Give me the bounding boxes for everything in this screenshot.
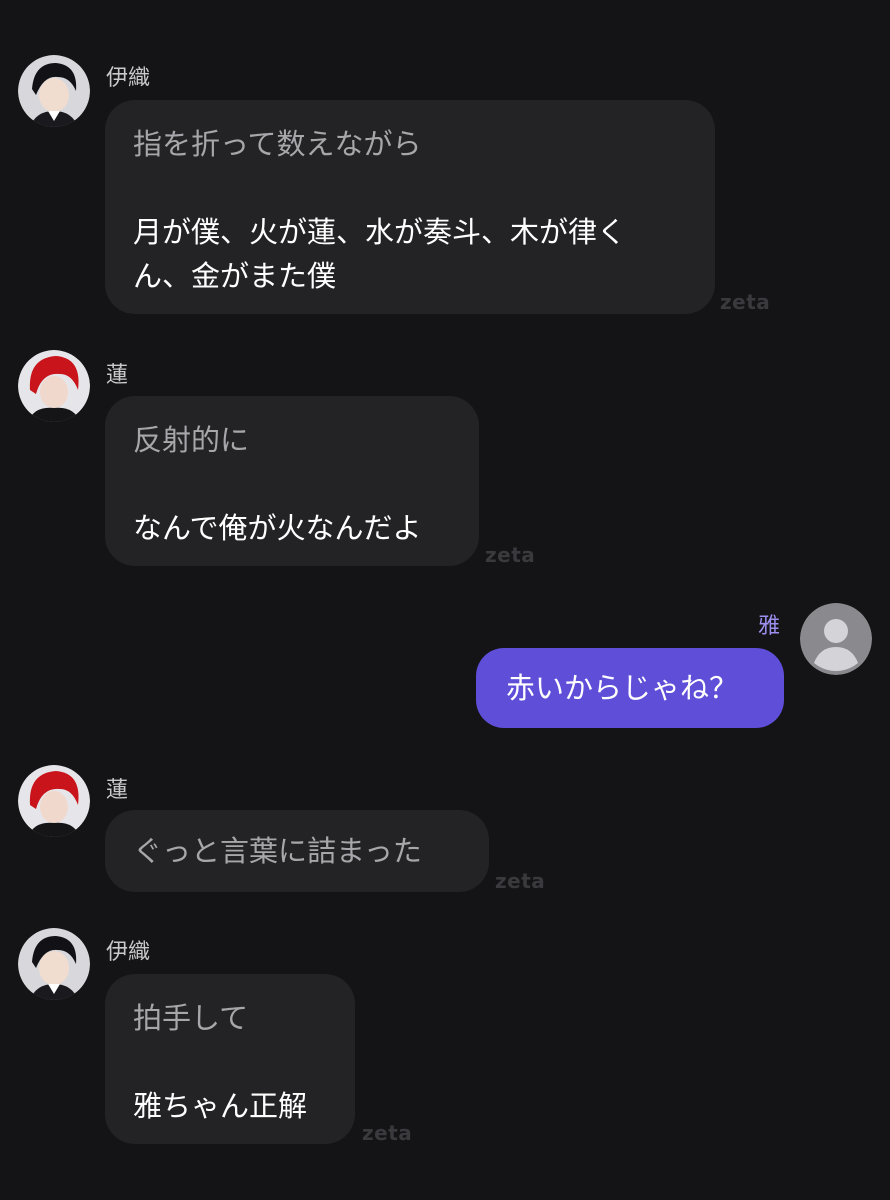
message-bubble: 指を折って数えながら 月が僕、火が蓮、水が奏斗、木が律く ん、金がまた僕 [105, 100, 715, 314]
speech-text-line1: 月が僕、火が蓮、水が奏斗、木が律く [133, 215, 627, 249]
avatar-ren[interactable] [18, 350, 90, 422]
user-message-bubble: 赤いからじゃね？ [476, 648, 784, 728]
action-text: 反射的に [133, 423, 250, 457]
action-text: ぐっと言葉に詰まった [133, 834, 422, 868]
sender-name: 蓮 [106, 778, 129, 803]
speech-text: なんで俺が火なんだよ [133, 511, 422, 545]
sender-name: 伊織 [106, 940, 151, 965]
avatar-ren[interactable] [18, 765, 90, 837]
character-avatar-icon [18, 928, 90, 1000]
sender-name: 伊織 [106, 66, 151, 91]
zeta-watermark: zeta [495, 869, 546, 893]
default-user-avatar-icon[interactable] [800, 603, 872, 675]
user-name: 雅 [758, 614, 781, 639]
sender-name: 蓮 [106, 363, 129, 388]
action-text: 拍手して [133, 1001, 249, 1035]
character-avatar-icon [18, 55, 90, 127]
message-bubble: ぐっと言葉に詰まった [105, 810, 489, 892]
action-text: 指を折って数えながら [133, 127, 422, 161]
zeta-watermark: zeta [720, 290, 771, 314]
speech-text-line2: ん、金がまた僕 [133, 259, 337, 293]
avatar-iori[interactable] [18, 928, 90, 1000]
user-silhouette-icon [800, 603, 872, 675]
message-bubble: 反射的に なんで俺が火なんだよ [105, 396, 479, 566]
zeta-watermark: zeta [362, 1121, 413, 1145]
character-avatar-icon [18, 765, 90, 837]
message-bubble: 拍手して 雅ちゃん正解 [105, 974, 355, 1144]
avatar-iori[interactable] [18, 55, 90, 127]
speech-text: 雅ちゃん正解 [133, 1089, 308, 1123]
character-avatar-icon [18, 350, 90, 422]
zeta-watermark: zeta [485, 543, 536, 567]
